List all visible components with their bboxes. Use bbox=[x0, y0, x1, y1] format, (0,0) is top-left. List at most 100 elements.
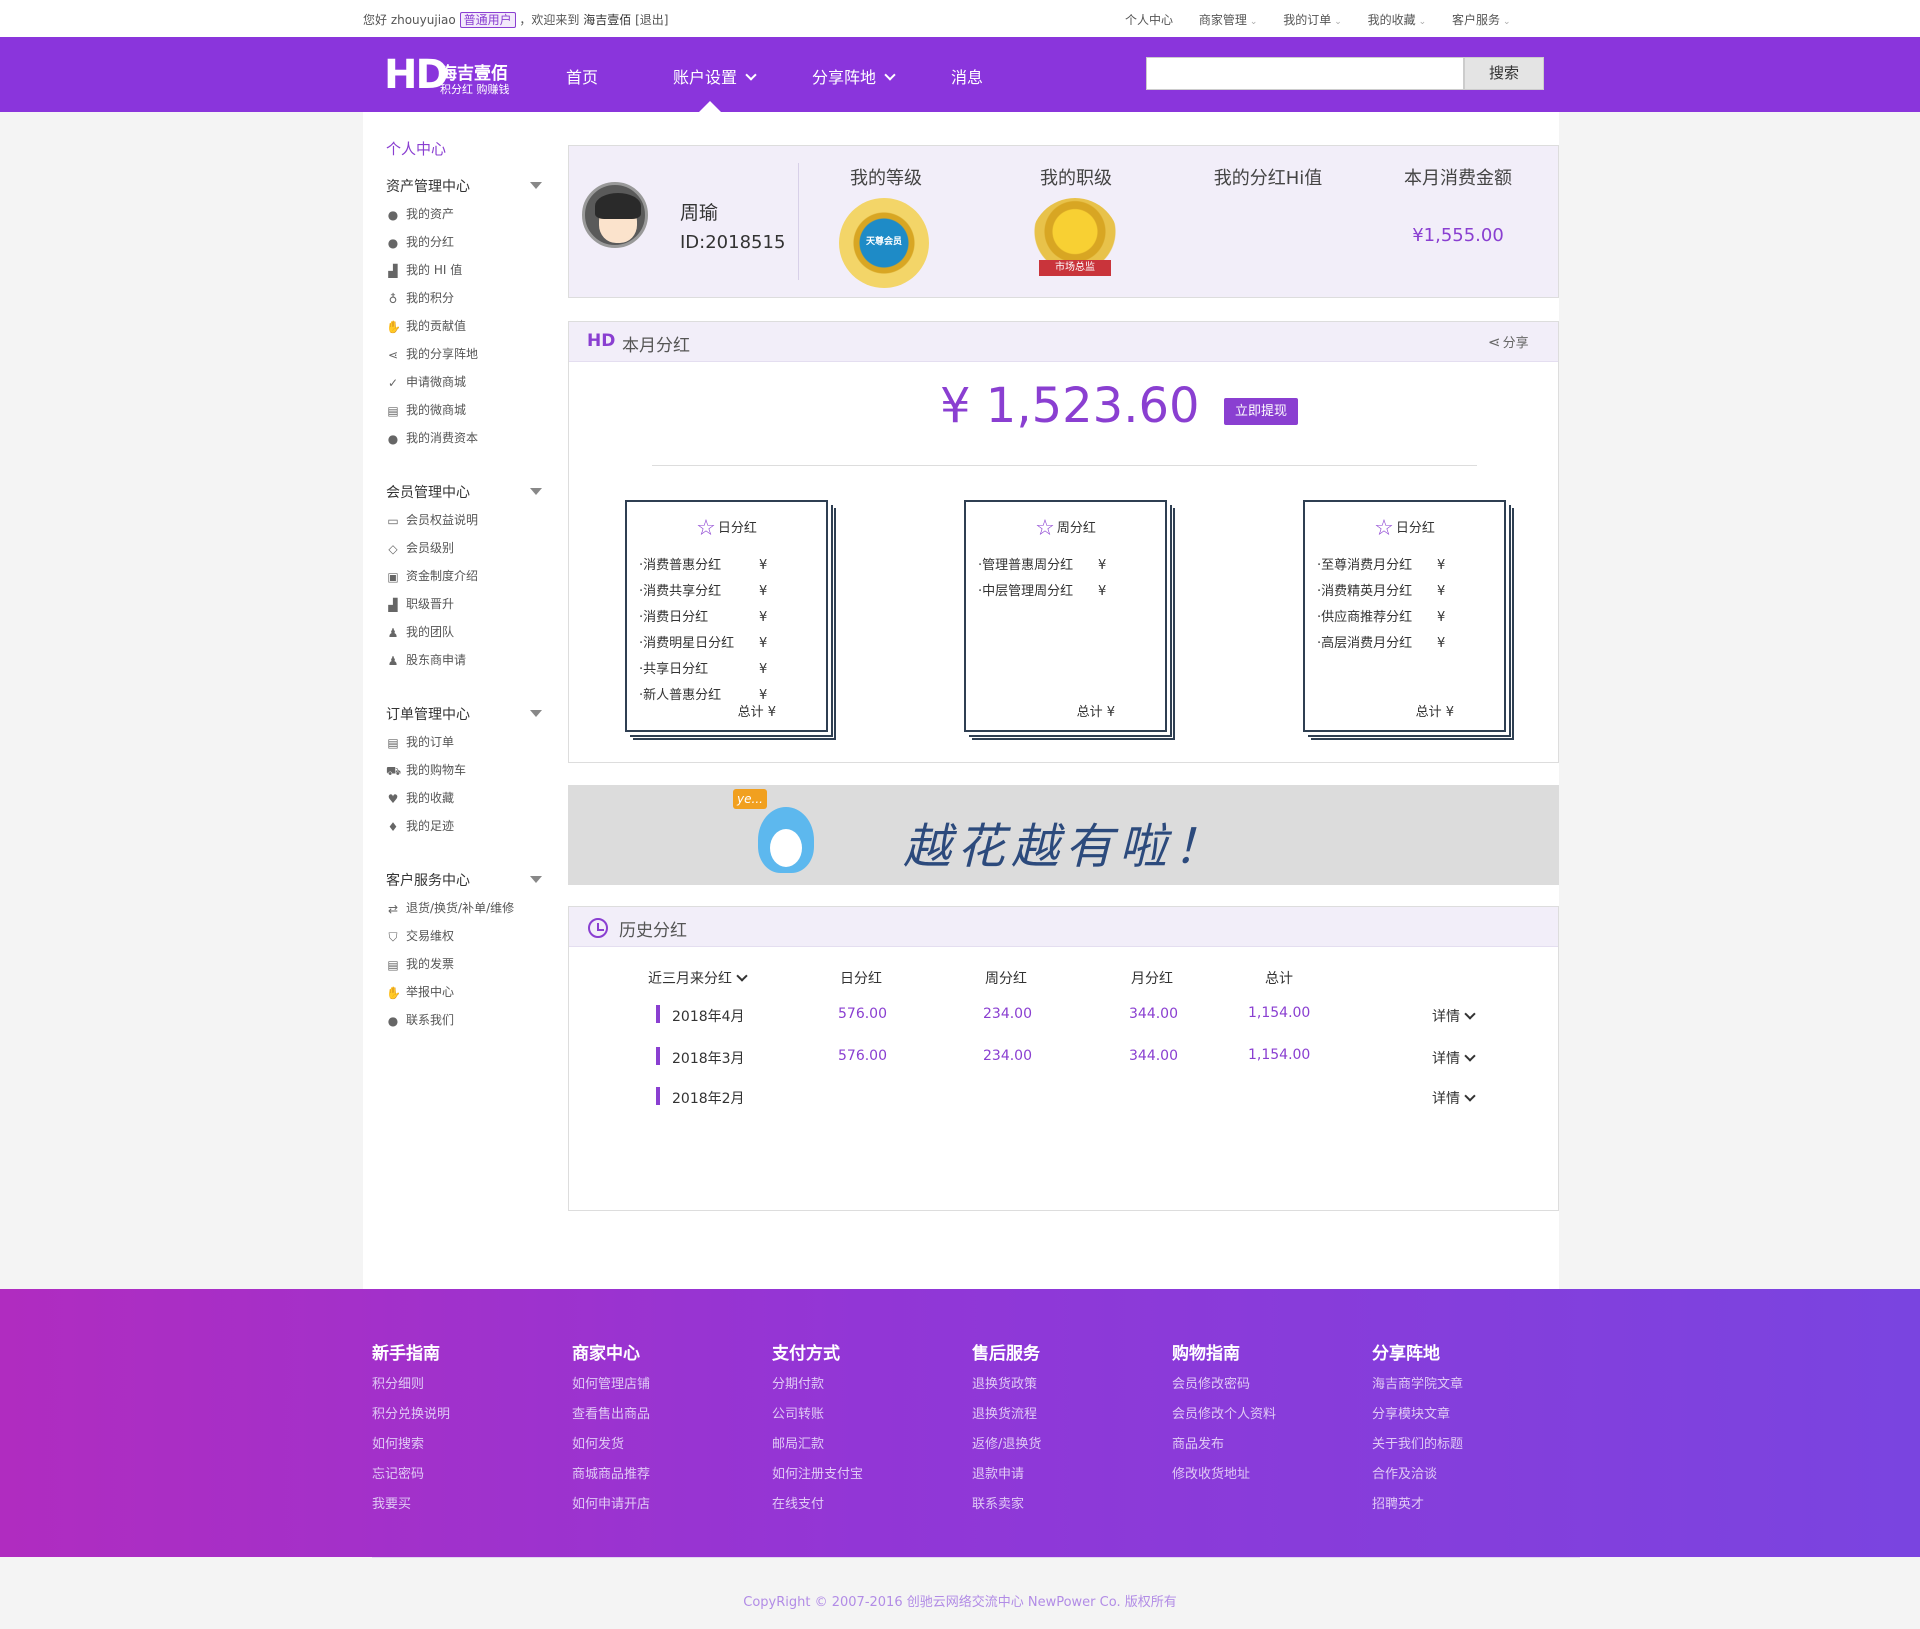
nav-account-settings[interactable]: 账户设置 bbox=[673, 64, 757, 88]
footer-link[interactable]: 如何申请开店 bbox=[572, 1493, 752, 1523]
footer-link[interactable]: 合作及洽谈 bbox=[1372, 1463, 1552, 1493]
card-total: 总计 ¥ bbox=[737, 705, 776, 720]
top-link-favorites[interactable]: 我的收藏 ⌄ bbox=[1368, 13, 1427, 27]
row-label: ·消费精英月分红 bbox=[1317, 584, 1413, 599]
search-input[interactable] bbox=[1146, 57, 1464, 90]
footer-link[interactable]: 我要买 bbox=[372, 1493, 552, 1523]
footer-link[interactable]: 退换货流程 bbox=[972, 1403, 1152, 1433]
sidebar-item-label: 我的足迹 bbox=[406, 819, 455, 833]
period-select[interactable]: 近三月来分红 bbox=[648, 968, 748, 988]
nav-home[interactable]: 首页 bbox=[566, 64, 598, 88]
nav-messages[interactable]: 消息 bbox=[951, 64, 983, 88]
history-daily: 576.00 bbox=[838, 1048, 887, 1064]
sidebar-group-assets[interactable]: 资产管理中心 bbox=[386, 176, 546, 204]
search-button[interactable]: 搜索 bbox=[1464, 57, 1544, 90]
footer-link[interactable]: 联系卖家 bbox=[972, 1493, 1152, 1523]
sidebar-item-dividend[interactable]: ● 我的分红 bbox=[386, 232, 546, 260]
top-link-service[interactable]: 客户服务 ⌄ bbox=[1452, 13, 1511, 27]
row-yen: ¥ bbox=[1437, 610, 1446, 625]
footer-link[interactable]: 如何管理店铺 bbox=[572, 1373, 752, 1403]
sidebar-item-promotion[interactable]: ▟ 职级晋升 bbox=[386, 594, 546, 622]
footer-link[interactable]: 忘记密码 bbox=[372, 1463, 552, 1493]
footer-link[interactable]: 积分细则 bbox=[372, 1373, 552, 1403]
dividend-card-daily: ☆ 日分红 ·消费普惠分红 ¥ ·消费共享分红 ¥ ·消费日分红 ¥ ·消费明星日分红 ¥… bbox=[625, 500, 828, 732]
sidebar-item-footprints[interactable]: ♦ 我的足迹 bbox=[386, 816, 546, 844]
sidebar-item-contribution[interactable]: ✋ 我的贡献值 bbox=[386, 316, 546, 344]
row-label: ·新人普惠分红 bbox=[639, 688, 722, 703]
top-link-orders[interactable]: 我的订单 ⌄ bbox=[1283, 13, 1342, 27]
footer-link[interactable]: 积分兑换说明 bbox=[372, 1403, 552, 1433]
sidebar-item-shareholder[interactable]: ♟ 股东商申请 bbox=[386, 650, 546, 678]
withdraw-button[interactable]: 立即提现 bbox=[1224, 398, 1298, 425]
sidebar-item-my-orders[interactable]: ▤ 我的订单 bbox=[386, 732, 546, 760]
sidebar-item-returns[interactable]: ⇄ 退货/换货/补单/维修 bbox=[386, 898, 546, 926]
footer-link[interactable]: 会员修改个人资料 bbox=[1172, 1403, 1352, 1433]
history-weekly: 234.00 bbox=[983, 1006, 1032, 1022]
piggy-bank-icon: ● bbox=[387, 236, 399, 250]
sidebar-item-fund-system[interactable]: ▣ 资金制度介绍 bbox=[386, 566, 546, 594]
diamond-icon: ◇ bbox=[388, 542, 398, 556]
history-monthly: 344.00 bbox=[1129, 1048, 1178, 1064]
hand-icon: ✋ bbox=[386, 986, 401, 1000]
nav-share[interactable]: 分享阵地 bbox=[812, 64, 896, 88]
sidebar-item-report[interactable]: ✋ 举报中心 bbox=[386, 982, 546, 1010]
user-name: 周瑜 bbox=[680, 202, 719, 224]
avatar[interactable] bbox=[582, 182, 648, 248]
site-logo[interactable]: HD 海吉壹佰 积分红 购赚钱 bbox=[384, 49, 520, 101]
footer-link[interactable]: 退款申请 bbox=[972, 1463, 1152, 1493]
sidebar-item-invoice[interactable]: ▤ 我的发票 bbox=[386, 954, 546, 982]
footer-col-share: 分享阵地 海吉商学院文章 分享模块文章 关于我们的标题 合作及洽谈 招聘英才 bbox=[1372, 1339, 1552, 1523]
sidebar-item-microstore[interactable]: ▤ 我的微商城 bbox=[386, 400, 546, 428]
footer-link[interactable]: 如何注册支付宝 bbox=[772, 1463, 952, 1493]
sidebar-home-link[interactable]: 个人中心 bbox=[386, 138, 546, 170]
sidebar-item-points[interactable]: ♁ 我的积分 bbox=[386, 288, 546, 316]
footer-link[interactable]: 分期付款 bbox=[772, 1373, 952, 1403]
logout-link[interactable]: [退出] bbox=[635, 13, 668, 27]
footer-link[interactable]: 会员修改密码 bbox=[1172, 1373, 1352, 1403]
promo-banner[interactable]: ye... 越花越有啦！ bbox=[568, 785, 1559, 885]
row-marker bbox=[656, 1005, 660, 1023]
footer-link[interactable]: 查看售出商品 bbox=[572, 1403, 752, 1433]
footer-link[interactable]: 如何搜索 bbox=[372, 1433, 552, 1463]
footer-link[interactable]: 修改收货地址 bbox=[1172, 1463, 1352, 1493]
footer-link[interactable]: 商品发布 bbox=[1172, 1433, 1352, 1463]
footer-link[interactable]: 海吉商学院文章 bbox=[1372, 1373, 1552, 1403]
details-toggle[interactable]: 详情 bbox=[1432, 1048, 1476, 1068]
sidebar-item-consumption-capital[interactable]: ● 我的消费资本 bbox=[386, 428, 546, 456]
sidebar-item-member-rights[interactable]: ▭ 会员权益说明 bbox=[386, 510, 546, 538]
footer-link[interactable]: 在线支付 bbox=[772, 1493, 952, 1523]
top-link-merchant[interactable]: 商家管理 ⌄ bbox=[1199, 13, 1258, 27]
sidebar-item-contact[interactable]: ● 联系我们 bbox=[386, 1010, 546, 1038]
sidebar-item-assets[interactable]: ● 我的资产 bbox=[386, 204, 546, 232]
footer-link[interactable]: 商城商品推荐 bbox=[572, 1463, 752, 1493]
card-title-text: 周分红 bbox=[1056, 521, 1096, 536]
sidebar-group-members[interactable]: 会员管理中心 bbox=[386, 482, 546, 510]
sidebar-group-service[interactable]: 客户服务中心 bbox=[386, 870, 546, 898]
sidebar-item-apply-microstore[interactable]: ✓ 申请微商城 bbox=[386, 372, 546, 400]
row-label: ·消费普惠分红 bbox=[639, 558, 722, 573]
card-title-text: 日分红 bbox=[717, 521, 757, 536]
footer-link[interactable]: 退换货政策 bbox=[972, 1373, 1152, 1403]
sidebar-group-orders[interactable]: 订单管理中心 bbox=[386, 704, 546, 732]
footer-link[interactable]: 分享模块文章 bbox=[1372, 1403, 1552, 1433]
footer-link[interactable]: 返修/退换货 bbox=[972, 1433, 1152, 1463]
sidebar-item-share-position[interactable]: ⋖ 我的分享阵地 bbox=[386, 344, 546, 372]
sidebar-item-cart[interactable]: ⛟ 我的购物车 bbox=[386, 760, 546, 788]
footer-link[interactable]: 公司转账 bbox=[772, 1403, 952, 1433]
footer-link[interactable]: 如何发货 bbox=[572, 1433, 752, 1463]
footer-link[interactable]: 邮局汇款 bbox=[772, 1433, 952, 1463]
share-button[interactable]: ⋖ 分享 bbox=[1488, 332, 1529, 351]
sidebar-item-member-level[interactable]: ◇ 会员级别 bbox=[386, 538, 546, 566]
top-link-personal-center[interactable]: 个人中心 bbox=[1125, 13, 1173, 27]
footer-link[interactable]: 关于我们的标题 bbox=[1372, 1433, 1552, 1463]
chat-icon: ● bbox=[387, 1014, 399, 1028]
orders-label: 我的订单 bbox=[1283, 13, 1332, 27]
sidebar-item-hi-value[interactable]: ▟ 我的 HI 值 bbox=[386, 260, 546, 288]
footer-link[interactable]: 招聘英才 bbox=[1372, 1493, 1552, 1523]
details-toggle[interactable]: 详情 bbox=[1432, 1006, 1476, 1026]
sidebar-item-label: 我的贡献值 bbox=[406, 319, 467, 333]
sidebar-item-favorites[interactable]: ♥ 我的收藏 bbox=[386, 788, 546, 816]
sidebar-item-rights[interactable]: ⛉ 交易维权 bbox=[386, 926, 546, 954]
sidebar-item-team[interactable]: ♟ 我的团队 bbox=[386, 622, 546, 650]
details-toggle[interactable]: 详情 bbox=[1432, 1088, 1476, 1108]
